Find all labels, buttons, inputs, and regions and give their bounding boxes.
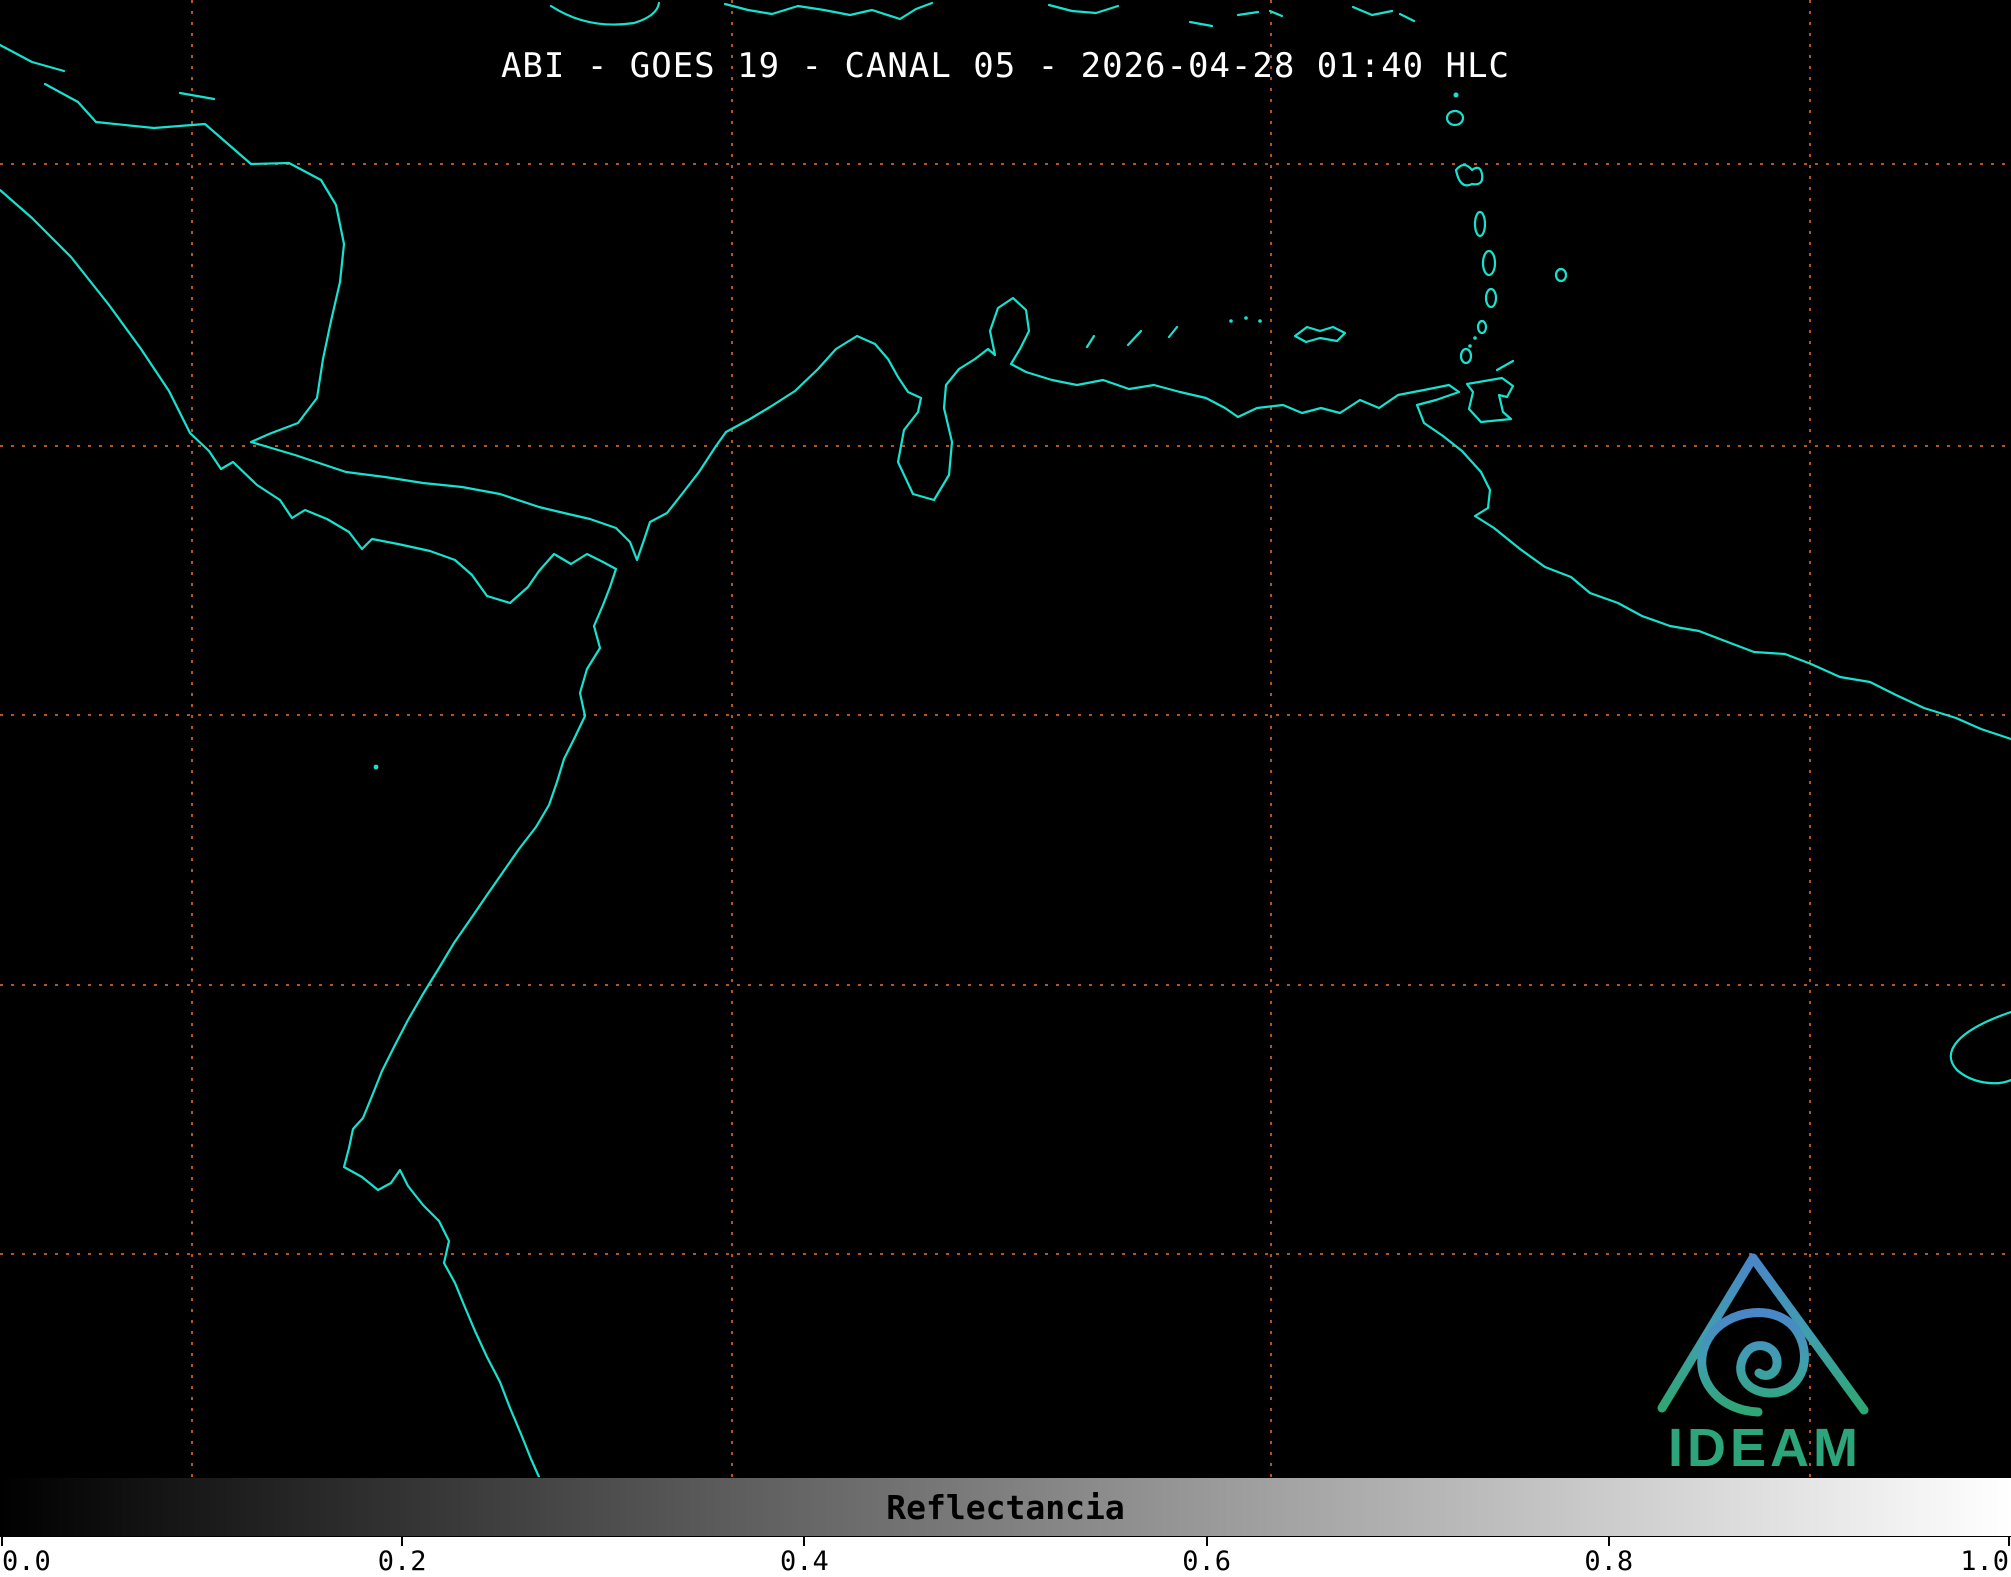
islands-abc xyxy=(1085,325,1179,349)
island-trinidad xyxy=(1465,376,1515,424)
island-st-lucia xyxy=(1484,287,1498,309)
colorbar-tick-label: 0.8 xyxy=(1584,1546,1634,1577)
island-hispaniola xyxy=(723,1,934,21)
island-tobago xyxy=(1495,359,1515,372)
island-barbados xyxy=(1554,267,1568,283)
island-grenadines xyxy=(1473,336,1477,340)
colorbar: Reflectancia xyxy=(0,1477,2011,1537)
island-small-pacific xyxy=(373,764,379,770)
island-grenadines xyxy=(1468,344,1472,348)
island-dominica xyxy=(1473,210,1487,238)
island-jamaica xyxy=(549,1,661,26)
islands-virgin xyxy=(1188,9,1284,28)
colorbar-tick-label: 0.2 xyxy=(377,1546,427,1577)
island-puerto-rico xyxy=(1047,3,1120,15)
island-grenada xyxy=(1459,347,1473,365)
colorbar-tick-label: 1.0 xyxy=(1960,1546,2009,1577)
island-los-roques xyxy=(1244,316,1248,320)
islands-lesser-antilles xyxy=(1445,92,1568,365)
island-guadeloupe xyxy=(1454,163,1484,187)
logo-text: IDEAM xyxy=(1668,1418,1862,1478)
colorbar-tickmark xyxy=(401,1537,404,1546)
coastline-caribbean xyxy=(94,120,2011,741)
islands-northeast-antilles xyxy=(1351,5,1416,23)
colorbar-label: Reflectancia xyxy=(886,1487,1125,1527)
coastline-fragment-bottomright xyxy=(1949,1010,2011,1085)
island-st-vincent xyxy=(1476,319,1488,335)
satellite-image-page: { "title": "ABI - GOES 19 - CANAL 05 - 2… xyxy=(0,0,2011,1577)
colorbar-tickmark xyxy=(1607,1537,1610,1546)
image-title: ABI - GOES 19 - CANAL 05 - 2026-04-28 01… xyxy=(500,46,1511,86)
island-margarita xyxy=(1293,325,1347,344)
colorbar-tick-label: 0.6 xyxy=(1182,1546,1231,1577)
island-martinique xyxy=(1481,249,1497,277)
colorbar-tickmark xyxy=(1205,1537,1208,1546)
island-los-roques xyxy=(1258,319,1262,323)
colorbar-tick-label: 0.0 xyxy=(2,1546,51,1577)
colorbar-ticks: 0.0 0.2 0.4 0.6 0.8 1.0 xyxy=(0,1537,2011,1577)
island-antigua xyxy=(1445,109,1465,127)
island-barbuda xyxy=(1453,92,1459,98)
coastline-pacific xyxy=(0,188,618,1477)
spiral-icon xyxy=(1697,1308,1809,1417)
mountain-icon xyxy=(1748,1253,1869,1415)
colorbar-tick-label: 0.4 xyxy=(780,1546,829,1577)
island-los-roques xyxy=(1229,319,1233,323)
ideam-logo: IDEAM xyxy=(1657,1253,1869,1478)
colorbar-tickmark xyxy=(1,1537,3,1546)
map-area: ABI - GOES 19 - CANAL 05 - 2026-04-28 01… xyxy=(0,0,2011,1478)
colorbar-tickmark xyxy=(803,1537,806,1546)
colorbar-tickmark xyxy=(2008,1537,2010,1546)
